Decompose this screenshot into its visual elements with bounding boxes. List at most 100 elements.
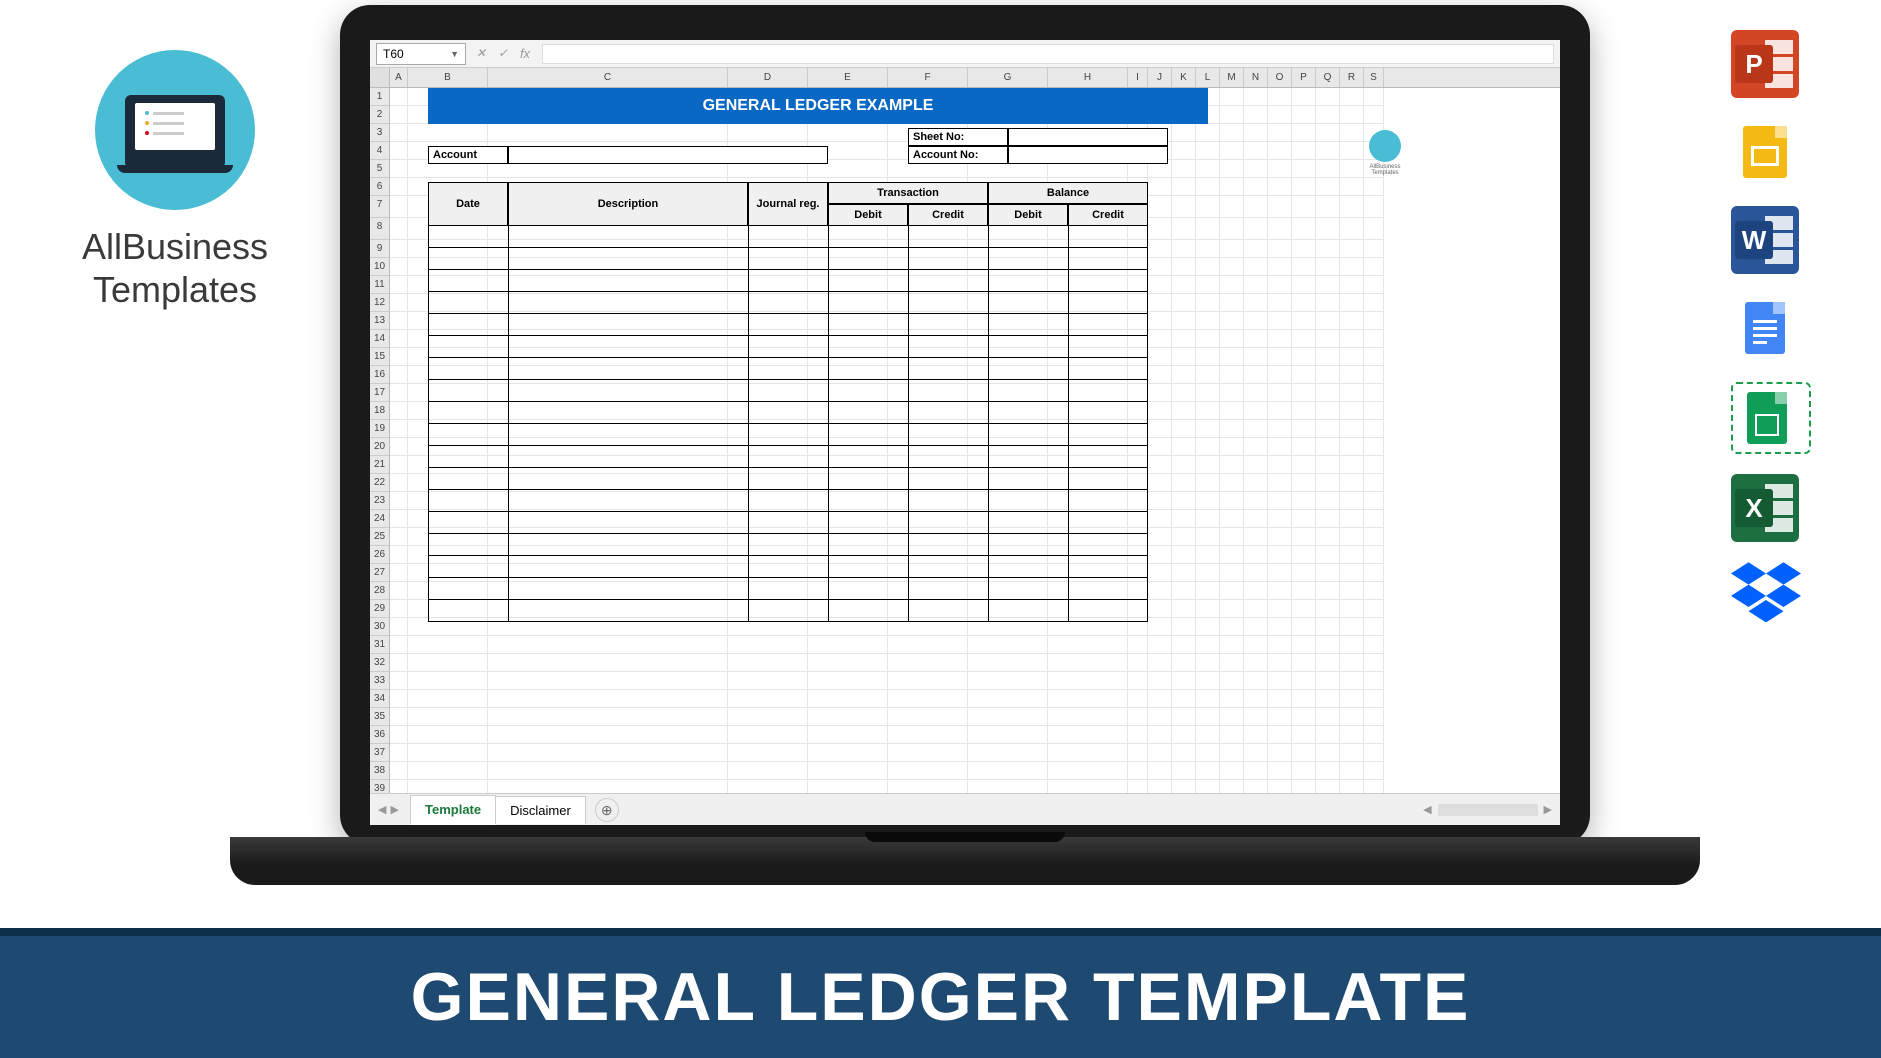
col-header-L[interactable]: L [1196, 68, 1220, 87]
powerpoint-icon[interactable]: P [1731, 30, 1799, 98]
ledger-row[interactable] [428, 402, 1208, 424]
row-header-5[interactable]: 5 [370, 160, 389, 178]
row-header-23[interactable]: 23 [370, 492, 389, 510]
ledger-row[interactable] [428, 490, 1208, 512]
col-header-F[interactable]: F [888, 68, 968, 87]
row-header-7[interactable]: 7 [370, 196, 389, 218]
cancel-icon[interactable]: ✕ [474, 46, 488, 61]
header-trans-credit: Credit [908, 204, 988, 226]
row-header-1[interactable]: 1 [370, 88, 389, 106]
ledger-row[interactable] [428, 424, 1208, 446]
ledger-row[interactable] [428, 358, 1208, 380]
row-header-3[interactable]: 3 [370, 124, 389, 142]
add-sheet-button[interactable]: ⊕ [595, 798, 619, 822]
col-header-E[interactable]: E [808, 68, 888, 87]
word-icon[interactable]: W [1731, 206, 1799, 274]
cell-reference: T60 [383, 47, 404, 61]
excel-icon[interactable]: X [1731, 474, 1799, 542]
ledger-row[interactable] [428, 468, 1208, 490]
ledger-row[interactable] [428, 336, 1208, 358]
ledger-row[interactable] [428, 600, 1208, 622]
row-header-4[interactable]: 4 [370, 142, 389, 160]
col-header-I[interactable]: I [1128, 68, 1148, 87]
tab-next-icon[interactable]: ▶ [390, 803, 398, 816]
brand-logo: AllBusiness Templates [50, 50, 300, 311]
spreadsheet-grid[interactable]: GENERAL LEDGER EXAMPLE Account Sheet No:… [390, 88, 1560, 793]
google-sheets-highlighted[interactable] [1731, 382, 1811, 454]
row-header-19[interactable]: 19 [370, 420, 389, 438]
row-header-17[interactable]: 17 [370, 384, 389, 402]
formula-input[interactable] [542, 44, 1554, 64]
scroll-right-icon[interactable]: ▶ [1544, 803, 1552, 816]
laptop-icon [125, 95, 225, 165]
col-header-H[interactable]: H [1048, 68, 1128, 87]
dropdown-icon: ▼ [450, 49, 459, 59]
account-label: Account [428, 146, 508, 164]
dropbox-icon[interactable] [1731, 562, 1811, 627]
row-header-8[interactable]: 8 [370, 218, 389, 240]
col-header-B[interactable]: B [408, 68, 488, 87]
logo-circle-icon [95, 50, 255, 210]
account-no-input[interactable] [1008, 146, 1168, 164]
tab-prev-icon[interactable]: ◀ [378, 803, 386, 816]
ledger-row[interactable] [428, 556, 1208, 578]
row-header-13[interactable]: 13 [370, 312, 389, 330]
header-bal-credit: Credit [1068, 204, 1148, 226]
ledger-row[interactable] [428, 446, 1208, 468]
tab-disclaimer[interactable]: Disclaimer [495, 796, 586, 824]
ledger-row[interactable] [428, 380, 1208, 402]
ledger-row[interactable] [428, 314, 1208, 336]
ledger-row[interactable] [428, 578, 1208, 600]
row-header-11[interactable]: 11 [370, 276, 389, 294]
col-header-R[interactable]: R [1340, 68, 1364, 87]
row-header-16[interactable]: 16 [370, 366, 389, 384]
ledger-row[interactable] [428, 270, 1208, 292]
sheet-no-input[interactable] [1008, 128, 1168, 146]
row-header-21[interactable]: 21 [370, 456, 389, 474]
col-header-O[interactable]: O [1268, 68, 1292, 87]
row-header-9[interactable]: 9 [370, 240, 389, 258]
row-header-2[interactable]: 2 [370, 106, 389, 124]
google-docs-icon[interactable] [1731, 294, 1799, 362]
row-header-18[interactable]: 18 [370, 402, 389, 420]
confirm-icon[interactable]: ✓ [496, 46, 510, 61]
account-input[interactable] [508, 146, 828, 164]
scroll-left-icon[interactable]: ◀ [1423, 803, 1431, 816]
formula-bar: T60 ▼ ✕ ✓ fx [370, 40, 1560, 68]
col-header-A[interactable]: A [390, 68, 408, 87]
col-header-Q[interactable]: Q [1316, 68, 1340, 87]
fx-icon[interactable]: fx [518, 46, 532, 61]
row-header-14[interactable]: 14 [370, 330, 389, 348]
row-header-12[interactable]: 12 [370, 294, 389, 312]
select-all-corner[interactable] [370, 68, 389, 88]
col-header-J[interactable]: J [1148, 68, 1172, 87]
google-slides-icon[interactable] [1731, 118, 1799, 186]
name-box[interactable]: T60 ▼ [376, 43, 466, 65]
col-header-S[interactable]: S [1364, 68, 1384, 87]
row-header-25[interactable]: 25 [370, 528, 389, 546]
col-header-D[interactable]: D [728, 68, 808, 87]
col-header-P[interactable]: P [1292, 68, 1316, 87]
row-header-22[interactable]: 22 [370, 474, 389, 492]
ledger-row[interactable] [428, 248, 1208, 270]
page-banner: GENERAL LEDGER TEMPLATE [0, 928, 1881, 1058]
row-header-15[interactable]: 15 [370, 348, 389, 366]
ledger-row[interactable] [428, 292, 1208, 314]
ledger-row[interactable] [428, 226, 1208, 248]
col-header-G[interactable]: G [968, 68, 1048, 87]
row-header-20[interactable]: 20 [370, 438, 389, 456]
ledger-row[interactable] [428, 534, 1208, 556]
row-header-24[interactable]: 24 [370, 510, 389, 528]
horizontal-scrollbar[interactable] [1438, 804, 1538, 816]
col-header-M[interactable]: M [1220, 68, 1244, 87]
row-header-6[interactable]: 6 [370, 178, 389, 196]
ledger-row[interactable] [428, 512, 1208, 534]
watermark-logo: AllBusiness Templates [1360, 130, 1410, 176]
row-header-26[interactable]: 26 [370, 546, 389, 564]
col-header-C[interactable]: C [488, 68, 728, 87]
row-header-10[interactable]: 10 [370, 258, 389, 276]
excel-screen: T60 ▼ ✕ ✓ fx 123456789101112131415161718… [370, 40, 1560, 825]
col-header-N[interactable]: N [1244, 68, 1268, 87]
tab-template[interactable]: Template [410, 795, 496, 825]
col-header-K[interactable]: K [1172, 68, 1196, 87]
